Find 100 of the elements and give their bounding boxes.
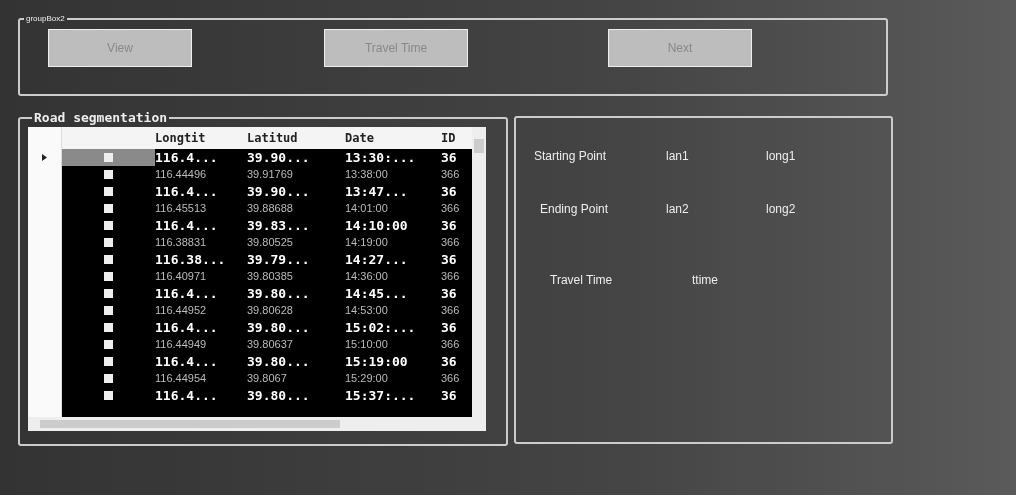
- field-value: lan2: [666, 202, 690, 216]
- column-header[interactable]: Longtit: [155, 127, 247, 149]
- row-checkbox[interactable]: [104, 357, 113, 366]
- table-cell-text: 13:30:...: [345, 149, 417, 166]
- row-checkbox[interactable]: [104, 323, 113, 332]
- table-cell-text: 39.79...: [247, 251, 311, 268]
- table-cell-text: 14:19:00: [345, 235, 389, 250]
- row-checkbox[interactable]: [104, 289, 113, 298]
- table-cell-text: 13:47...: [345, 183, 409, 200]
- table-row[interactable]: 116.4... 39.80... 14:45... 36: [28, 285, 472, 302]
- table-cell-text: 39.80637: [247, 337, 294, 352]
- table-cell-text: 116.44496: [155, 167, 208, 182]
- table-cell-text: 39.88688: [247, 201, 294, 216]
- table-cell-text: 39.80...: [247, 353, 311, 370]
- column-header[interactable]: Latitud: [247, 127, 345, 149]
- table-cell-text: 116.40971: [155, 269, 208, 284]
- table-cell-text: 15:19:00: [345, 353, 409, 370]
- field-label: Ending Point: [540, 202, 610, 216]
- table-cell-text: 366: [441, 167, 461, 182]
- table-cell-text: 36: [441, 217, 458, 234]
- table-row[interactable]: 116.40971 39.80385 14:36:00 366: [28, 268, 472, 285]
- table-row[interactable]: 116.4... 39.80... 15:19:00 36: [28, 353, 472, 370]
- row-checkbox[interactable]: [104, 170, 113, 179]
- table-cell-text: 39.80628: [247, 303, 294, 318]
- table-cell-text: 116.4...: [155, 319, 219, 336]
- row-checkbox[interactable]: [104, 187, 113, 196]
- table-row[interactable]: 116.44949 39.80637 15:10:00 366: [28, 336, 472, 353]
- group-title: Road segmentation: [33, 110, 169, 125]
- table-cell-text: 15:02:...: [345, 319, 417, 336]
- table-cell-text: 116.44954: [155, 371, 208, 386]
- row-checkbox[interactable]: [104, 391, 113, 400]
- row-checkbox[interactable]: [104, 306, 113, 315]
- table-cell-text: 39.80385: [247, 269, 294, 284]
- table-cell-text: 36: [441, 319, 458, 336]
- table-row[interactable]: 116.38831 39.80525 14:19:00 366: [28, 234, 472, 251]
- table-cell-text: 14:45...: [345, 285, 409, 302]
- table-row[interactable]: 116.38... 39.79... 14:27... 36: [28, 251, 472, 268]
- table-cell-text: 39.91769: [247, 167, 294, 182]
- table-cell-text: 15:10:00: [345, 337, 389, 352]
- field-value: long1: [766, 149, 796, 163]
- table-cell-text: 36: [441, 149, 458, 166]
- row-checkbox[interactable]: [104, 204, 113, 213]
- table-cell-text: 116.38...: [155, 251, 227, 268]
- table-cell-text: 116.38831: [155, 235, 208, 250]
- table-cell-text: 366: [441, 303, 461, 318]
- table-cell-text: 36: [441, 387, 458, 404]
- table-row[interactable]: 116.44954 39.8067 15:29:00 366: [28, 370, 472, 387]
- table-row[interactable]: 116.4... 39.80... 15:02:... 36: [28, 319, 472, 336]
- table-cell-text: 39.90...: [247, 149, 311, 166]
- table-cell-text: 13:38:00: [345, 167, 389, 182]
- table-cell-text: 366: [441, 235, 461, 250]
- field-label: Travel Time: [550, 273, 614, 287]
- table-cell-text: 15:29:00: [345, 371, 389, 386]
- table-cell-text: 39.80...: [247, 319, 311, 336]
- field-value: ttime: [692, 273, 718, 287]
- table-row[interactable]: 116.44952 39.80628 14:53:00 366: [28, 302, 472, 319]
- table-cell-text: 116.4...: [155, 149, 219, 166]
- table-row[interactable]: 116.4... 39.80... 15:37:... 36: [28, 387, 472, 404]
- horizontal-scrollbar[interactable]: [28, 417, 486, 431]
- column-header[interactable]: Date: [345, 127, 441, 149]
- row-pointer-icon: [42, 154, 47, 161]
- table-cell-text: 39.80...: [247, 387, 311, 404]
- row-checkbox[interactable]: [104, 221, 113, 230]
- table-cell-text: 116.4...: [155, 183, 219, 200]
- table-cell-text: 14:36:00: [345, 269, 389, 284]
- row-checkbox[interactable]: [104, 340, 113, 349]
- table-cell-text: 116.4...: [155, 353, 219, 370]
- table-cell-text: 39.8067: [247, 371, 288, 386]
- table-row[interactable]: 116.44496 39.91769 13:38:00 366: [28, 166, 472, 183]
- field-value: lan1: [666, 149, 690, 163]
- table-cell-text: 15:37:...: [345, 387, 417, 404]
- table-cell-text: 36: [441, 353, 458, 370]
- column-header[interactable]: ID: [441, 127, 472, 149]
- table-cell-text: 14:53:00: [345, 303, 389, 318]
- table-cell-text: 116.44949: [155, 337, 208, 352]
- table-cell-text: 39.90...: [247, 183, 311, 200]
- table-cell-text: 366: [441, 371, 461, 386]
- table-cell-text: 36: [441, 285, 458, 302]
- table-cell-text: 116.4...: [155, 285, 219, 302]
- table-cell-text: 39.80...: [247, 285, 311, 302]
- row-checkbox[interactable]: [104, 374, 113, 383]
- table-row[interactable]: 116.4... 39.83... 14:10:00 36: [28, 217, 472, 234]
- row-header: [28, 404, 62, 417]
- table-cell-text: 14:01:00: [345, 201, 389, 216]
- row-checkbox[interactable]: [104, 272, 113, 281]
- table-cell-text: 36: [441, 251, 458, 268]
- table-cell-text: 116.4...: [155, 217, 219, 234]
- table-cell-text: 36: [441, 183, 458, 200]
- group-title: groupBox2: [25, 14, 66, 23]
- row-checkbox[interactable]: [104, 238, 113, 247]
- table-cell-text: 366: [441, 269, 461, 284]
- table-cell-text: 366: [441, 201, 461, 216]
- row-checkbox[interactable]: [104, 255, 113, 264]
- table-cell-text: 39.83...: [247, 217, 311, 234]
- table-row[interactable]: 116.4... 39.90... 13:47... 36: [28, 183, 472, 200]
- table-cell-text: 39.80525: [247, 235, 294, 250]
- vertical-scrollbar[interactable]: [472, 127, 486, 417]
- row-checkbox[interactable]: [104, 153, 113, 162]
- table-row[interactable]: 116.4... 39.90... 13:30:... 36: [28, 149, 472, 166]
- table-row[interactable]: 116.45513 39.88688 14:01:00 366: [28, 200, 472, 217]
